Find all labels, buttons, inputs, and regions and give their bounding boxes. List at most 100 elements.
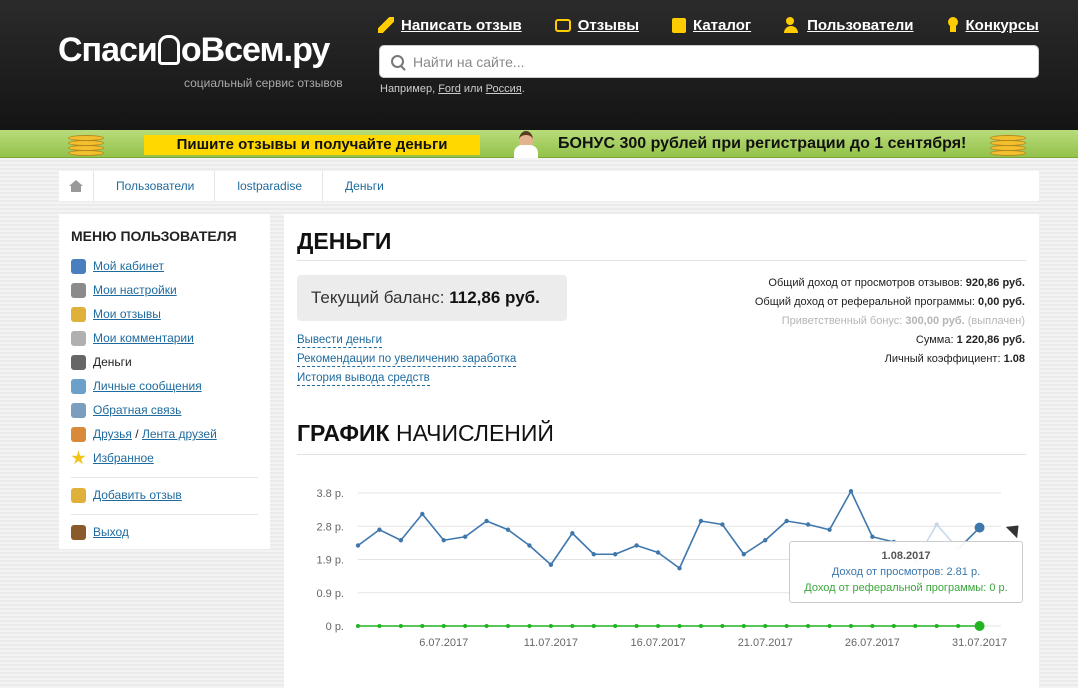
user-icon <box>71 258 86 274</box>
sidebar-item-logout[interactable]: Выход <box>71 520 258 544</box>
sidebar-item-4[interactable]: Деньги <box>71 350 258 374</box>
withdraw-history-link[interactable]: История вывода средств <box>297 372 430 386</box>
coins-icon <box>988 133 1028 157</box>
messages-icon <box>71 378 86 394</box>
stat-row: Общий доход от реферальной программы: 0,… <box>755 293 1025 312</box>
sidebar-item-label[interactable]: Мои настройки <box>93 283 177 297</box>
sidebar-item-label[interactable]: Мои отзывы <box>93 307 161 321</box>
site-logo[interactable]: Спаси оВсем.ру социальный сервис отзывов <box>58 30 343 90</box>
y-tick-label: 0 р. <box>326 621 344 633</box>
sidebar-item-label[interactable]: Личные сообщения <box>93 379 202 393</box>
sidebar-item-label[interactable]: Обратная связь <box>93 403 181 417</box>
breadcrumb-users[interactable]: Пользователи <box>94 171 216 201</box>
divider <box>71 477 258 478</box>
sidebar-item-8[interactable]: Избранное <box>71 446 258 470</box>
thumb-icon <box>157 35 180 65</box>
data-point <box>698 518 704 524</box>
sidebar-item-7[interactable]: Друзья / Лента друзей <box>71 422 258 446</box>
data-point <box>763 538 768 543</box>
sidebar-item-label[interactable]: Избранное <box>93 451 154 465</box>
sidebar-item-0[interactable]: Мой кабинет <box>71 254 258 278</box>
sidebar-item-3[interactable]: Мои комментарии <box>71 326 258 350</box>
series-line-segment <box>464 520 488 538</box>
series-line-segment <box>850 490 874 538</box>
search-input[interactable] <box>413 53 1013 70</box>
search-hint-link-ford[interactable]: Ford <box>438 83 461 95</box>
divider <box>71 514 258 515</box>
nav-item-3[interactable]: Пользователи <box>784 14 914 36</box>
data-point <box>870 534 875 539</box>
referral-data-point <box>377 624 382 628</box>
data-point <box>655 550 661 555</box>
stat-label: Личный коэффициент: <box>884 353 1001 365</box>
data-point <box>934 522 939 527</box>
promo-banner[interactable]: Пишите отзывы и получайте деньги БОНУС 3… <box>0 130 1078 158</box>
data-point <box>441 538 446 543</box>
nav-item-0[interactable]: Написать отзыв <box>378 14 522 36</box>
sidebar-item-label[interactable]: Мои комментарии <box>93 331 194 345</box>
sidebar-item-2[interactable]: Мои отзывы <box>71 302 258 326</box>
series-line-segment <box>486 520 509 531</box>
withdraw-link[interactable]: Вывести деньги <box>297 334 383 348</box>
data-point <box>634 543 639 548</box>
search-hint: Например, Ford или Россия. <box>380 83 525 95</box>
series-line-segment <box>528 544 552 566</box>
nav-item-2[interactable]: Каталог <box>672 14 751 36</box>
sidebar-item-label[interactable]: Выход <box>93 525 129 539</box>
series-line-segment <box>400 513 423 541</box>
series-line-segment <box>807 523 830 531</box>
series-line-segment <box>571 532 595 555</box>
referral-data-point <box>720 624 725 628</box>
friends-icon <box>71 426 86 442</box>
chart-tooltip: 1.08.2017 Доход от просмотров: 2.81 р. Д… <box>789 541 1023 603</box>
nav-label: Отзывы <box>577 16 639 34</box>
series-line-segment <box>443 535 466 542</box>
divider <box>297 260 1026 261</box>
door-icon <box>71 524 86 540</box>
chart-title-rest: НАЧИСЛЕНИЙ <box>396 420 554 446</box>
sidebar-item-label[interactable]: Добавить отзыв <box>93 488 182 502</box>
stat-label: Сумма: <box>915 334 954 346</box>
sidebar-item-label[interactable]: Друзья <box>93 427 132 441</box>
nav-item-4[interactable]: Конкурсы <box>947 14 1039 36</box>
breadcrumb-user[interactable]: lostparadise <box>215 171 324 201</box>
sidebar-item-6[interactable]: Обратная связь <box>71 398 258 422</box>
tooltip-date: 1.08.2017 <box>881 550 931 562</box>
x-tick-label: 26.07.2017 <box>845 637 900 648</box>
x-tick-label: 16.07.2017 <box>631 637 686 648</box>
referral-data-point <box>956 624 961 628</box>
income-stats: Общий доход от просмотров отзывов: 920,8… <box>755 274 1025 369</box>
data-point <box>720 522 725 527</box>
nav-item-1[interactable]: Отзывы <box>554 14 639 36</box>
tooltip-referral: Доход от реферальной программы: 0 р. <box>804 582 1008 594</box>
sidebar-item-5[interactable]: Личные сообщения <box>71 374 258 398</box>
referral-data-point <box>463 624 468 628</box>
main-content: ДЕНЬГИ Текущий баланс: 112,86 руб. Вывес… <box>284 214 1039 688</box>
balance-value: 112,86 руб. <box>449 288 540 307</box>
series-line-segment <box>614 544 637 555</box>
add-review-icon <box>71 487 86 503</box>
referral-data-point <box>934 624 939 628</box>
y-tick-label: 1.9 р. <box>316 555 344 567</box>
breadcrumb-money[interactable]: Деньги <box>323 171 404 201</box>
sidebar-item-label[interactable]: Лента друзей <box>142 427 217 441</box>
search-box <box>379 45 1039 78</box>
recommendations-link[interactable]: Рекомендации по увеличению заработка <box>297 353 517 367</box>
banner-left-text: Пишите отзывы и получайте деньги <box>144 135 480 155</box>
separator: / <box>131 427 142 441</box>
sidebar-item-add-review[interactable]: Добавить отзыв <box>71 483 258 507</box>
referral-data-point <box>591 624 596 628</box>
sidebar-item-label[interactable]: Мой кабинет <box>93 259 164 273</box>
referral-data-point <box>420 624 425 628</box>
referral-data-point <box>974 621 985 631</box>
sidebar-item-1[interactable]: Мои настройки <box>71 278 258 302</box>
stat-label: Общий доход от реферальной программы: <box>754 296 975 308</box>
banner-person-image <box>510 131 542 158</box>
referral-data-point <box>763 624 768 628</box>
balance-label: Текущий баланс: <box>311 288 445 307</box>
referral-data-point <box>548 624 553 628</box>
search-hint-link-russia[interactable]: Россия <box>486 83 522 95</box>
reviews-icon <box>71 306 86 322</box>
breadcrumb-home[interactable] <box>59 171 94 201</box>
stat-label: Приветственный бонус: <box>781 315 903 327</box>
